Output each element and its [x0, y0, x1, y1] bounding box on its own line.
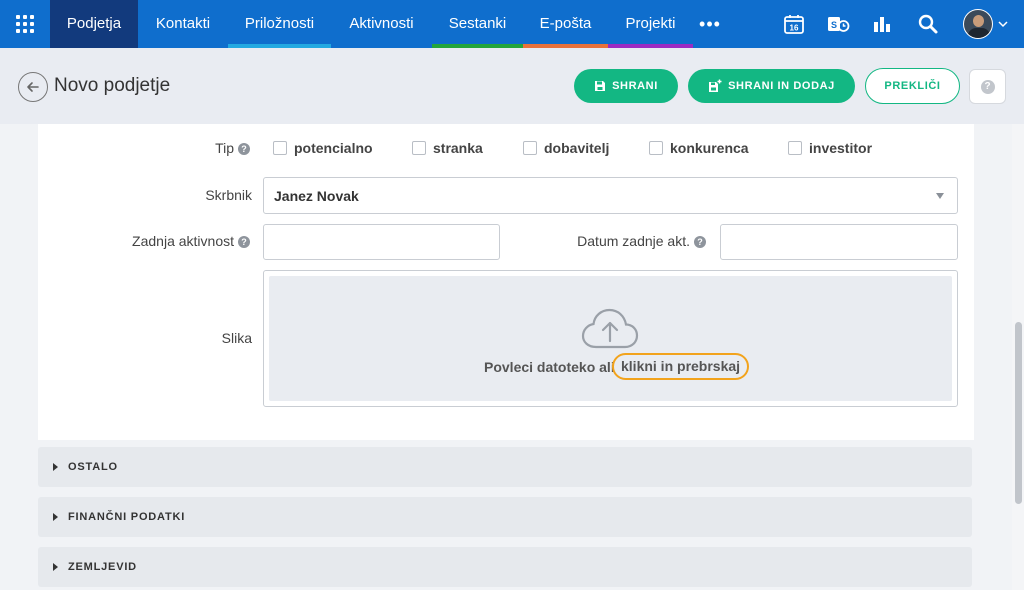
browse-file-link[interactable]: klikni in prebrskaj	[612, 353, 750, 380]
tab-sestanki[interactable]: Sestanki	[432, 0, 523, 48]
checkbox-box[interactable]	[273, 141, 287, 155]
checkbox-box[interactable]	[788, 141, 802, 155]
cancel-button-label: PREKLIČI	[884, 80, 941, 92]
tab-kontakti[interactable]: Kontakti	[138, 0, 228, 48]
help-icon: ?	[980, 79, 995, 94]
tab-projekti[interactable]: Projekti	[608, 0, 693, 48]
save-and-add-button-label: SHRANI IN DODAJ	[728, 80, 835, 92]
type-label-text: Tip	[215, 140, 234, 156]
last-activity-date-label: Datum zadnje akt.?	[540, 233, 706, 249]
cloud-upload-icon	[581, 308, 639, 355]
checkbox-investitor[interactable]: investitor	[788, 140, 872, 156]
back-button[interactable]	[18, 72, 48, 102]
checkbox-label: investitor	[809, 140, 873, 156]
save-and-add-button[interactable]: SHRANI IN DODAJ	[688, 69, 855, 103]
user-avatar[interactable]	[963, 9, 993, 39]
owner-select-value: Janez Novak	[274, 188, 359, 204]
floppy-disk-plus-icon	[709, 79, 722, 92]
checkbox-label: stranka	[433, 140, 483, 156]
svg-text:S: S	[831, 20, 837, 30]
owner-select[interactable]: Janez Novak	[263, 177, 958, 214]
grid-icon	[16, 15, 34, 33]
checkbox-box[interactable]	[649, 141, 663, 155]
tab-label: Aktivnosti	[349, 15, 414, 32]
tab-label: E-pošta	[539, 15, 592, 32]
save-button-label: SHRANI	[612, 80, 658, 92]
last-activity-date-label-text: Datum zadnje akt.	[577, 233, 690, 249]
caret-right-icon	[53, 513, 58, 521]
cancel-button[interactable]: PREKLIČI	[865, 68, 960, 104]
floppy-disk-icon	[595, 81, 606, 91]
checkbox-label: konkurenca	[670, 140, 749, 156]
tab-podjetja[interactable]: Podjetja	[50, 0, 138, 48]
caret-down-icon	[936, 193, 944, 199]
last-activity-label: Zadnja aktivnost?	[100, 233, 250, 249]
tab-aktivnosti[interactable]: Aktivnosti	[331, 0, 432, 48]
scrollbar-thumb[interactable]	[1015, 322, 1022, 504]
arrow-left-icon	[27, 82, 39, 92]
tab-label: Kontakti	[155, 15, 211, 32]
section-zemljevid[interactable]: ZEMLJEVID	[38, 547, 972, 587]
last-activity-label-text: Zadnja aktivnost	[132, 233, 234, 249]
tab-label: Priložnosti	[244, 15, 315, 32]
tab-priloznosti[interactable]: Priložnosti	[228, 0, 331, 48]
help-icon[interactable]: ?	[238, 236, 250, 248]
checkbox-label: potencialno	[294, 140, 373, 156]
calendar-icon[interactable]: 16	[782, 12, 806, 36]
checkbox-potencialno[interactable]: potencialno	[273, 140, 373, 156]
top-navigation: Podjetja Kontakti Priložnosti Aktivnosti…	[0, 0, 1024, 48]
caret-right-icon	[53, 563, 58, 571]
dropzone-text: Povleci datoteko ali	[484, 359, 615, 375]
checkbox-stranka[interactable]: stranka	[412, 140, 483, 156]
section-financni-podatki[interactable]: FINANČNI PODATKI	[38, 497, 972, 537]
checkbox-box[interactable]	[523, 141, 537, 155]
section-title: ZEMLJEVID	[68, 561, 137, 573]
page-title: Novo podjetje	[54, 75, 171, 96]
image-label: Slika	[221, 330, 252, 346]
last-activity-date-input[interactable]	[720, 224, 958, 260]
search-icon[interactable]	[916, 12, 940, 36]
help-button[interactable]: ?	[969, 69, 1006, 104]
help-icon[interactable]: ?	[694, 236, 706, 248]
checkbox-dobavitelj[interactable]: dobavitelj	[523, 140, 609, 156]
tab-eposta[interactable]: E-pošta	[523, 0, 608, 48]
section-ostalo[interactable]: OSTALO	[38, 447, 972, 487]
chevron-down-icon[interactable]	[997, 17, 1009, 35]
tab-label: Sestanki	[448, 15, 507, 32]
outlook-icon[interactable]: S	[826, 12, 850, 36]
caret-right-icon	[53, 463, 58, 471]
more-tabs-button[interactable]: •••	[698, 0, 722, 48]
checkbox-box[interactable]	[412, 141, 426, 155]
owner-label: Skrbnik	[205, 187, 252, 203]
section-title: OSTALO	[68, 461, 118, 473]
svg-text:16: 16	[790, 24, 799, 33]
save-button[interactable]: SHRANI	[574, 69, 678, 103]
last-activity-input[interactable]	[263, 224, 500, 260]
checkbox-konkurenca[interactable]: konkurenca	[649, 140, 749, 156]
help-icon[interactable]: ?	[238, 143, 250, 155]
section-title: FINANČNI PODATKI	[68, 511, 186, 523]
tab-label: Projekti	[625, 15, 676, 32]
tab-label: Podjetja	[66, 15, 122, 32]
checkbox-label: dobavitelj	[544, 140, 610, 156]
app-launcher-button[interactable]	[0, 0, 50, 48]
type-label: Tip?	[160, 140, 250, 156]
reports-chart-icon[interactable]	[870, 12, 894, 36]
